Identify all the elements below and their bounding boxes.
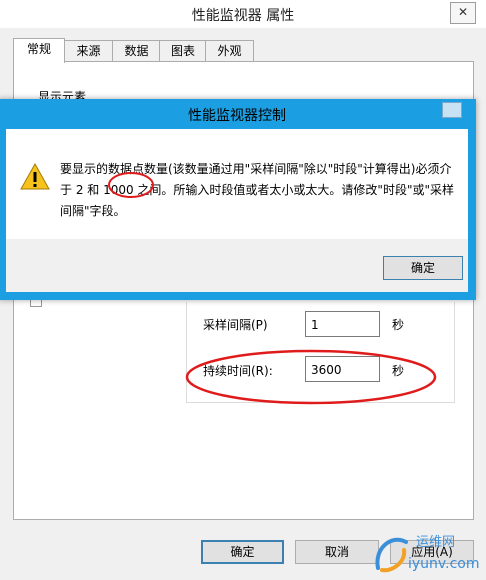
dialog-ok-button[interactable]: 确定 <box>383 256 463 280</box>
duration-unit: 秒 <box>392 364 405 378</box>
tab-data[interactable]: 数据 <box>112 40 161 61</box>
watermark-line1: 运维网 <box>416 535 455 550</box>
dialog-message-area: 要显示的数据点数量(该数量通过用"采样间隔"除以"时段"计算得出)必须介于 2 … <box>6 129 468 239</box>
tab-source[interactable]: 来源 <box>63 40 114 61</box>
sample-interval-input[interactable]: 1 <box>305 311 380 337</box>
sample-interval-label: 采样间隔(P) <box>203 318 268 332</box>
dialog-title: 性能监视器控制 <box>188 108 286 124</box>
tab-general[interactable]: 常规 <box>13 38 65 63</box>
watermark-line2: iyunv.com <box>408 556 479 572</box>
warning-icon <box>20 162 50 190</box>
sample-interval-unit: 秒 <box>392 318 405 332</box>
window-title: 性能监视器 属性 <box>191 8 295 24</box>
tab-appearance[interactable]: 外观 <box>205 40 254 61</box>
dialog-message: 要显示的数据点数量(该数量通过用"采样间隔"除以"时段"计算得出)必须介于 2 … <box>60 162 454 218</box>
alert-dialog: 性能监视器控制 要显示的数据点数量(该数量通过用"采样间隔"除以"时段"计算得出… <box>0 99 476 300</box>
watermark-logo: 运维网 iyunv.com <box>370 528 480 576</box>
close-icon[interactable]: ✕ <box>450 2 476 24</box>
title-bar: 性能监视器 属性 ✕ <box>0 0 486 28</box>
duration-input[interactable]: 3600 <box>305 356 380 382</box>
cancel-button[interactable]: 取消 <box>295 540 379 564</box>
logo-icon: 运维网 iyunv.com <box>375 535 479 573</box>
tab-graph[interactable]: 图表 <box>159 40 207 61</box>
duration-label: 持续时间(R): <box>203 364 273 378</box>
ok-button[interactable]: 确定 <box>201 540 284 564</box>
dialog-body: 要显示的数据点数量(该数量通过用"采样间隔"除以"时段"计算得出)必须介于 2 … <box>6 129 468 292</box>
dialog-close-icon[interactable] <box>442 102 462 118</box>
